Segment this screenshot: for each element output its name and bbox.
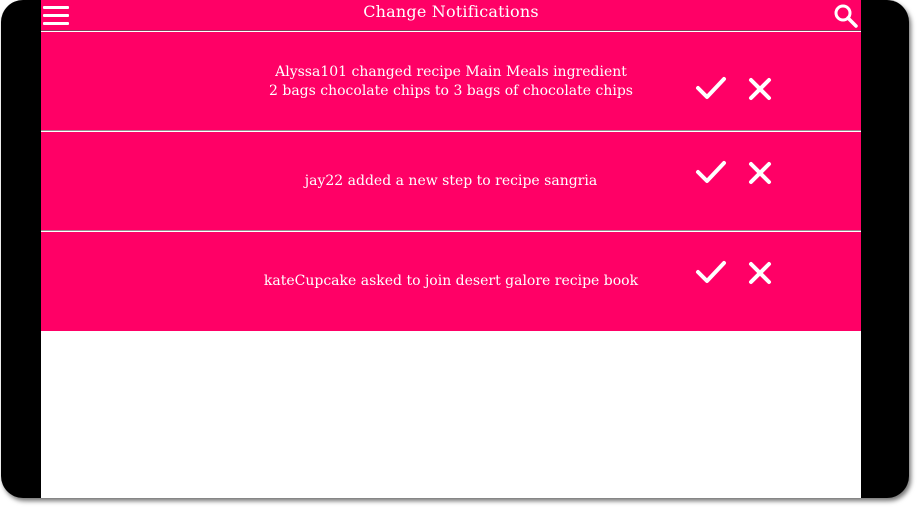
checkmark-icon[interactable] xyxy=(695,74,727,102)
notification-line: kateCupcake asked to join desert galore … xyxy=(263,273,639,289)
notification-text: Alyssa101 changed recipe Main Meals ingr… xyxy=(251,63,651,101)
app-screen: Change Notifications Alyssa101 changed r… xyxy=(41,0,861,498)
notification-item: kateCupcake asked to join desert galore … xyxy=(41,232,861,331)
notification-line: Alyssa101 changed recipe Main Meals ingr… xyxy=(275,64,627,80)
checkmark-icon[interactable] xyxy=(695,258,727,286)
notification-line: jay22 added a new step to recipe sangria xyxy=(304,173,598,189)
notification-text: jay22 added a new step to recipe sangria xyxy=(251,172,651,191)
close-icon[interactable] xyxy=(746,75,774,103)
close-icon[interactable] xyxy=(746,159,774,187)
search-icon[interactable] xyxy=(833,3,859,29)
notification-line: 2 bags chocolate chips to 3 bags of choc… xyxy=(269,83,633,99)
notification-text: kateCupcake asked to join desert galore … xyxy=(251,272,651,291)
notification-item: jay22 added a new step to recipe sangria xyxy=(41,132,861,231)
menu-line xyxy=(43,22,69,25)
notification-item: Alyssa101 changed recipe Main Meals ingr… xyxy=(41,32,861,131)
checkmark-icon[interactable] xyxy=(695,158,727,186)
close-icon[interactable] xyxy=(746,259,774,287)
app-bar: Change Notifications xyxy=(41,0,861,31)
device-frame: Change Notifications Alyssa101 changed r… xyxy=(1,0,909,498)
page-title: Change Notifications xyxy=(363,2,539,21)
